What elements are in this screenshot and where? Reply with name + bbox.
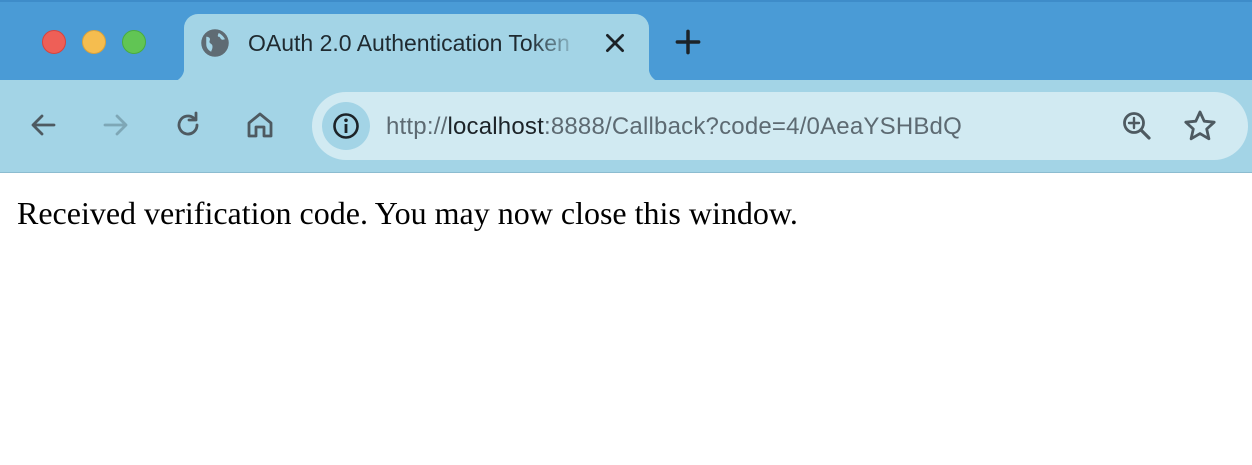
reload-icon[interactable] [168,105,208,145]
browser-toolbar: http://localhost:8888/Callback?code=4/0A… [0,80,1252,173]
url-host: localhost [447,113,544,140]
url-path: :8888/Callback?code=4/0AeaYSHBdQ [543,113,962,140]
close-icon[interactable] [602,30,628,56]
url-scheme: http:// [386,113,448,140]
verification-message: Received verification code. You may now … [17,195,798,231]
window-close-button[interactable] [42,30,66,54]
window-minimize-button[interactable] [82,30,106,54]
window-maximize-button[interactable] [122,30,146,54]
browser-tab[interactable]: OAuth 2.0 Authentication Token [170,14,663,82]
globe-icon [201,29,229,57]
arrow-right-icon [103,114,128,136]
tab-title: OAuth 2.0 Authentication Token [248,30,570,56]
window-titlebar: OAuth 2.0 Authentication Token [0,0,1252,82]
url-text[interactable]: http://localhost:8888/Callback?code=4/0A… [386,110,1094,144]
star-icon[interactable] [1180,106,1220,146]
site-info-button[interactable] [322,102,370,150]
home-icon[interactable] [240,105,280,145]
zoom-in-icon[interactable] [1118,107,1156,145]
info-icon [333,113,359,139]
address-bar[interactable]: http://localhost:8888/Callback?code=4/0A… [312,92,1248,160]
plus-icon[interactable] [672,26,704,58]
page-content: Received verification code. You may now … [0,174,1252,465]
arrow-left-icon[interactable] [24,105,64,145]
